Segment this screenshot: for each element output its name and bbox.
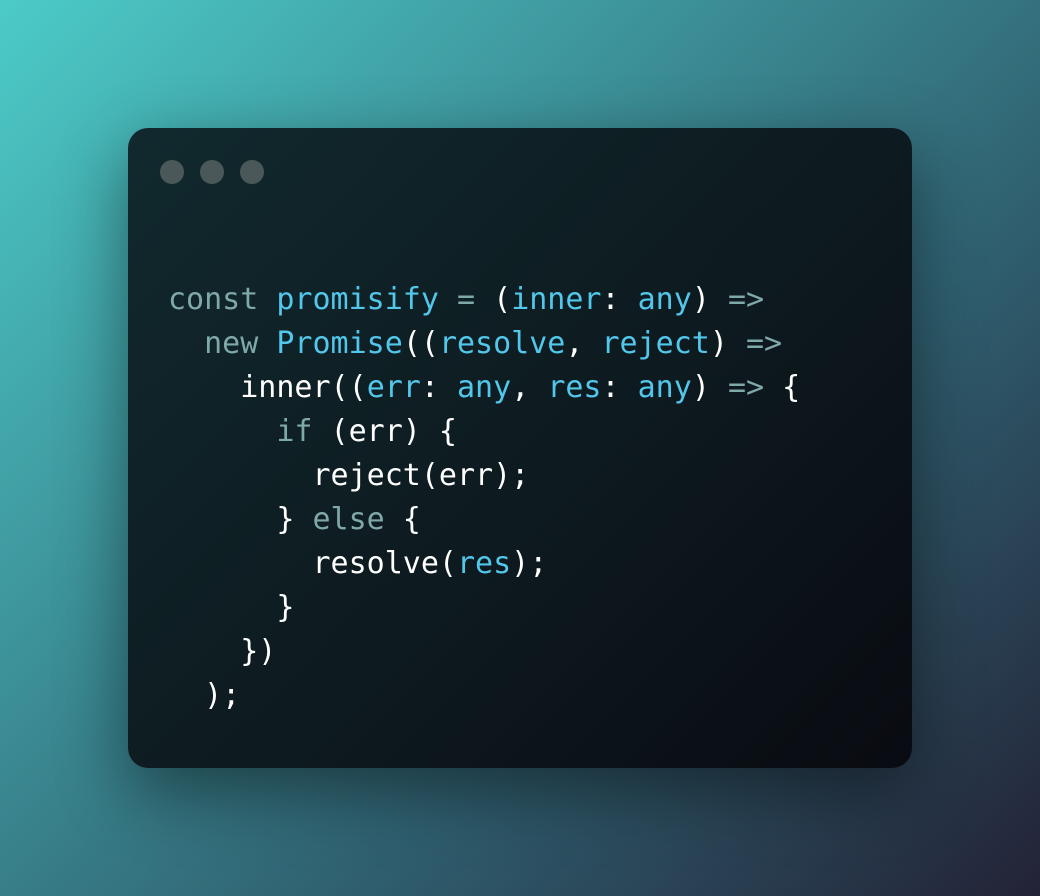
code-token: => bbox=[727, 282, 765, 317]
code-token: resolve bbox=[438, 326, 566, 361]
code-token: { bbox=[764, 370, 801, 405]
code-token: , bbox=[565, 326, 602, 361]
code-token: err bbox=[366, 370, 421, 405]
code-line: resolve(res); bbox=[168, 542, 800, 586]
code-token: { bbox=[384, 502, 421, 537]
code-token: res bbox=[456, 546, 512, 581]
code-token: = bbox=[457, 282, 476, 317]
code-token: (err) { bbox=[312, 414, 457, 449]
code-line: reject(err); bbox=[168, 454, 800, 498]
code-token: ) bbox=[709, 326, 746, 361]
code-token: reject bbox=[601, 326, 710, 361]
code-line: ); bbox=[168, 674, 800, 718]
code-token: resolve( bbox=[168, 546, 457, 581]
window-dot-2[interactable] bbox=[200, 160, 224, 184]
code-token: Promise bbox=[276, 326, 403, 361]
code-line: if (err) { bbox=[168, 410, 800, 454]
code-line: }) bbox=[168, 630, 800, 674]
code-window: const promisify = (inner: any) => new Pr… bbox=[128, 128, 912, 768]
code-token: ) bbox=[691, 370, 728, 405]
code-token: inner(( bbox=[168, 370, 367, 405]
code-token: any bbox=[637, 370, 692, 405]
code-token: : bbox=[420, 370, 457, 405]
code-token: => bbox=[727, 370, 765, 405]
code-token: ( bbox=[475, 282, 512, 317]
code-line: new Promise((resolve, reject) => bbox=[168, 322, 800, 366]
code-token: reject(err); bbox=[168, 458, 530, 493]
code-token: const bbox=[168, 282, 259, 317]
code-token: => bbox=[746, 326, 783, 361]
code-token: ); bbox=[511, 546, 548, 581]
code-token: any bbox=[457, 370, 512, 405]
code-token: promisify bbox=[276, 282, 439, 317]
code-token: new bbox=[204, 326, 259, 361]
code-token: }) bbox=[168, 634, 277, 669]
code-token: , bbox=[511, 370, 548, 405]
code-line: const promisify = (inner: any) => bbox=[168, 278, 800, 322]
code-token: inner bbox=[511, 282, 602, 317]
code-block: const promisify = (inner: any) => new Pr… bbox=[168, 278, 800, 718]
code-token: } bbox=[168, 590, 295, 625]
code-token: : bbox=[601, 370, 638, 405]
code-token: : bbox=[601, 282, 638, 317]
code-token: if bbox=[276, 414, 313, 449]
code-token: ); bbox=[168, 678, 241, 713]
window-dot-1[interactable] bbox=[160, 160, 184, 184]
code-line: } bbox=[168, 586, 800, 630]
code-line: } else { bbox=[168, 498, 800, 542]
code-line: inner((err: any, res: any) => { bbox=[168, 366, 800, 410]
code-token: res bbox=[547, 370, 602, 405]
code-token: (( bbox=[402, 326, 439, 361]
window-dot-3[interactable] bbox=[240, 160, 264, 184]
code-token: else bbox=[312, 502, 385, 537]
code-token: ) bbox=[691, 282, 728, 317]
code-token: any bbox=[637, 282, 692, 317]
code-token: } bbox=[168, 502, 313, 537]
